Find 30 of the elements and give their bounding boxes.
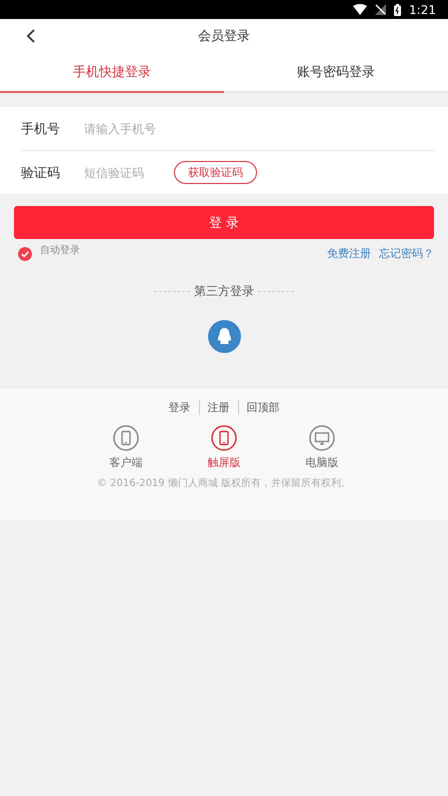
login-button[interactable]: 登 录	[14, 206, 434, 239]
auto-login-label: 自动登录	[40, 244, 81, 256]
copyright-text: © 2016-2019 懒门人商城 版权所有，并保留所有权利。	[96, 476, 352, 490]
version-label: 客户端	[110, 455, 142, 470]
battery-icon	[394, 4, 402, 16]
no-signal-icon	[375, 4, 386, 15]
link[interactable]: 忘记密码？	[379, 246, 434, 261]
phone-icon[interactable]	[113, 425, 139, 451]
footer-link[interactable]: 回顶部	[238, 400, 288, 415]
input-field[interactable]: 请输入手机号	[84, 122, 174, 136]
input-field[interactable]: 短信验证码	[84, 166, 174, 180]
field-label: 手机号	[21, 120, 61, 138]
penguin-icon[interactable]	[208, 320, 240, 353]
back-icon[interactable]	[26, 29, 36, 43]
field-label: 验证码	[21, 164, 61, 182]
wifi-icon	[353, 4, 368, 15]
checkbox[interactable]	[18, 246, 32, 260]
phone-icon[interactable]	[211, 425, 237, 451]
version-label: 电脑版	[306, 455, 338, 470]
page-title: 会员登录	[198, 28, 250, 45]
footer-link[interactable]: 登录	[160, 400, 198, 415]
status-time: 1:21	[409, 2, 436, 16]
link[interactable]: 免费注册	[327, 246, 371, 261]
section-title: 第三方登录	[194, 283, 254, 300]
login-tab[interactable]: 账号密码登录	[224, 53, 448, 93]
login-tab[interactable]: 手机快捷登录	[0, 53, 224, 93]
version-label: 触屏版	[208, 455, 240, 470]
footer-link[interactable]: 注册	[198, 400, 238, 415]
get-code-button[interactable]: 获取验证码	[174, 161, 257, 184]
monitor-icon[interactable]	[309, 425, 335, 451]
